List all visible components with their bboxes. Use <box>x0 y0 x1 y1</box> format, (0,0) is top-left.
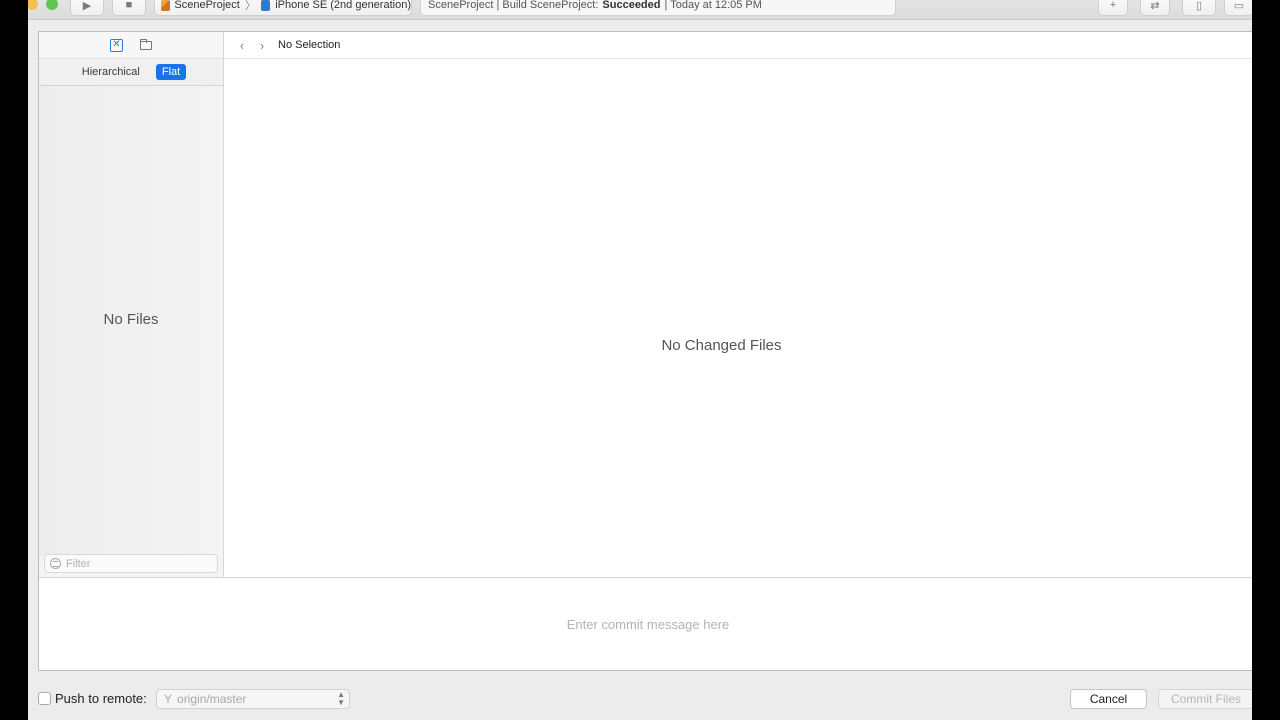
sidebar-icon: ▯ <box>1195 0 1203 12</box>
sidebar-icon-bar: ✕ <box>39 32 223 59</box>
project-icon <box>161 0 171 11</box>
commit-message-area <box>39 577 1252 670</box>
commit-files-button[interactable]: Commit Files <box>1158 689 1252 709</box>
plus-icon: + <box>1109 0 1117 11</box>
commit-window: ▶ ■ SceneProject 〉 iPhone SE (2nd genera… <box>28 0 1252 720</box>
diff-area: ‹ › No Selection No Changed Files <box>224 32 1252 577</box>
filter-icon <box>50 558 61 569</box>
commit-message-input[interactable] <box>39 579 1252 669</box>
activity-prefix: SceneProject | Build SceneProject: <box>428 0 599 11</box>
navigator-toggle-button[interactable]: ▯ <box>1182 0 1216 16</box>
no-changed-files-text: No Changed Files <box>661 336 782 354</box>
bottom-panel-icon: ▭ <box>1233 0 1245 12</box>
commit-footer: Push to remote: Y origin/master ▲ ▼ Cance… <box>28 684 1252 714</box>
file-list: No Files <box>39 86 223 556</box>
scheme-separator: 〉 <box>244 0 256 12</box>
push-to-remote-label: Push to remote: <box>55 691 147 706</box>
scheme-selector[interactable]: SceneProject 〉 iPhone SE (2nd generation… <box>154 0 412 16</box>
cancel-button[interactable]: Cancel <box>1070 689 1147 709</box>
activity-suffix: | Today at 12:05 PM <box>664 0 762 11</box>
back-chevron-icon[interactable]: ‹ <box>232 38 252 53</box>
device-icon <box>260 0 271 11</box>
segment-flat[interactable]: Flat <box>155 64 187 80</box>
filter-placeholder: Filter <box>66 557 91 570</box>
view-mode-segment: Hierarchical Flat <box>39 59 223 86</box>
empty-state: No Changed Files <box>224 59 1252 577</box>
folder-tab[interactable] <box>139 38 152 52</box>
updown-chevron-icon: ▲ ▼ <box>337 690 345 707</box>
activity-status: Succeeded <box>602 0 661 11</box>
library-button[interactable]: + <box>1098 0 1128 16</box>
push-to-remote-checkbox[interactable] <box>38 692 51 705</box>
swap-arrows-icon: ⇄ <box>1150 0 1160 12</box>
run-button[interactable]: ▶ <box>70 0 104 16</box>
file-sidebar: ✕ Hierarchical Flat No Files Filter <box>39 32 224 577</box>
code-review-button[interactable]: ⇄ <box>1140 0 1170 16</box>
debug-area-toggle-button[interactable]: ▭ <box>1224 0 1252 16</box>
toolbar: ▶ ■ SceneProject 〉 iPhone SE (2nd genera… <box>28 0 1252 20</box>
play-icon: ▶ <box>82 0 92 12</box>
jump-bar: ‹ › No Selection <box>224 32 1252 59</box>
scheme-device: iPhone SE (2nd generation) <box>275 0 411 11</box>
branch-icon: Y <box>164 692 173 706</box>
no-files-text: No Files <box>103 310 159 328</box>
stop-button[interactable]: ■ <box>112 0 146 16</box>
forward-chevron-icon[interactable]: › <box>252 38 272 53</box>
zoom-button[interactable] <box>46 0 58 10</box>
scheme-project: SceneProject <box>174 0 240 11</box>
source-control-icon[interactable]: ✕ <box>110 38 123 52</box>
filter-field[interactable]: Filter <box>44 554 218 573</box>
remote-branch-value: origin/master <box>177 692 247 706</box>
commit-panel: ✕ Hierarchical Flat No Files Filter ‹ › … <box>38 31 1252 671</box>
minimize-button[interactable] <box>28 0 38 10</box>
folder-icon <box>139 38 152 50</box>
segment-hierarchical[interactable]: Hierarchical <box>76 64 146 80</box>
stop-icon: ■ <box>125 0 133 11</box>
activity-viewer: SceneProject | Build SceneProject: Succe… <box>420 0 896 16</box>
remote-branch-select[interactable]: Y origin/master ▲ ▼ <box>156 689 350 709</box>
jumpbar-title: No Selection <box>278 39 341 51</box>
